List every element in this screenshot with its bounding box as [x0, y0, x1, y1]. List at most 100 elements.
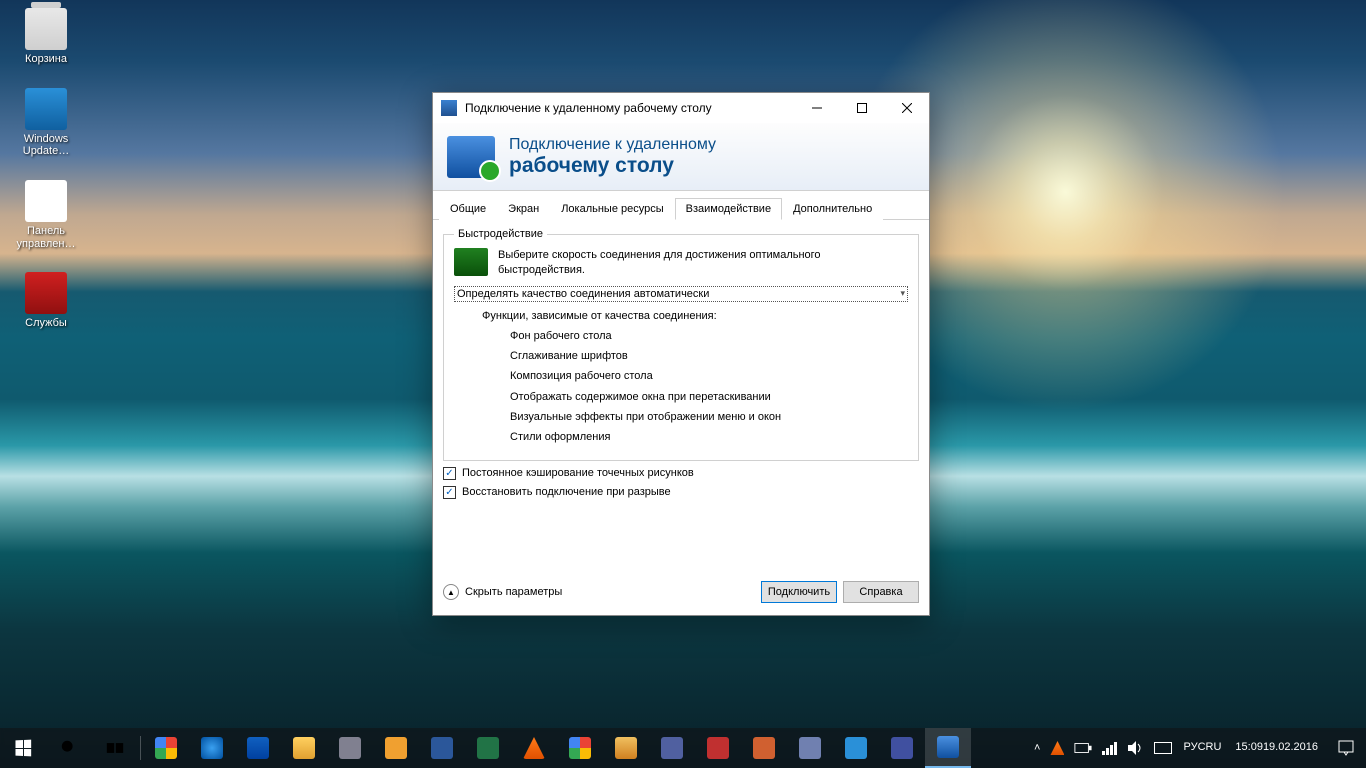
rdp-window: Подключение к удаленному рабочему столу …: [432, 92, 930, 616]
paint-icon: [615, 737, 637, 759]
tab-body-experience: Быстродействие Выберите скорость соедине…: [433, 220, 929, 507]
windows-logo-icon: [15, 740, 31, 757]
taskbar: ˄ РУС RU 15:09 19.02.2016: [0, 728, 1366, 768]
taskbar-app-a[interactable]: [649, 728, 695, 768]
connection-speed-select[interactable]: Определять качество соединения автоматич…: [454, 286, 908, 302]
shield-icon: [707, 737, 729, 759]
word-icon: [431, 737, 453, 759]
tab-advanced[interactable]: Дополнительно: [782, 198, 883, 220]
taskbar-app-explorer[interactable]: [281, 728, 327, 768]
taskbar-app-chrome-2[interactable]: [557, 728, 603, 768]
tray-language[interactable]: РУС RU: [1177, 728, 1227, 768]
search-icon: [60, 739, 78, 757]
performance-icon: [454, 248, 488, 276]
task-view-button[interactable]: [92, 728, 138, 768]
func-item: Сглаживание шрифтов: [510, 346, 908, 366]
tab-display[interactable]: Экран: [497, 198, 550, 220]
performance-hint: Выберите скорость соединения для достиже…: [498, 248, 908, 278]
tray-show-hidden[interactable]: ˄: [1029, 728, 1045, 768]
tab-bar: Общие Экран Локальные ресурсы Взаимодейс…: [433, 191, 929, 220]
taskbar-app-telegram[interactable]: [833, 728, 879, 768]
windows-update-icon: [25, 88, 67, 130]
folder-icon: [293, 737, 315, 759]
system-tray: ˄ РУС RU 15:09 19.02.2016: [1029, 728, 1366, 768]
connect-button[interactable]: Подключить: [761, 581, 837, 603]
taskbar-app-word[interactable]: [419, 728, 465, 768]
help-button[interactable]: Справка: [843, 581, 919, 603]
volume-icon: [1128, 741, 1144, 755]
taskbar-app-b[interactable]: [741, 728, 787, 768]
tray-clock[interactable]: 15:09 19.02.2016: [1227, 728, 1326, 768]
desktop-icon-recycle-bin[interactable]: Корзина: [10, 8, 82, 66]
task-view-icon: [106, 741, 124, 755]
lang-code-2: RU: [1206, 741, 1222, 755]
tray-vlc-icon[interactable]: [1045, 728, 1069, 768]
desktop-icon-windows-update[interactable]: Windows Update…: [10, 88, 82, 158]
rdp-banner-icon: [447, 136, 495, 178]
desktop-icon-column: Корзина Windows Update… Панель управлен……: [10, 8, 90, 352]
hide-options-button[interactable]: ▲ Скрыть параметры: [443, 584, 562, 600]
taskbar-app-ie[interactable]: [189, 728, 235, 768]
checkbox-reconnect-on-drop[interactable]: ✓ Восстановить подключение при разрыве: [443, 486, 919, 499]
vlc-icon: [523, 737, 545, 759]
performance-group: Быстродействие Выберите скорость соедине…: [443, 228, 919, 461]
battery-icon: [1074, 742, 1092, 754]
chevron-down-icon: ▾: [900, 288, 905, 299]
checkbox-icon: ✓: [443, 486, 456, 499]
taskbar-app-d[interactable]: [879, 728, 925, 768]
desktop-icon-control-panel[interactable]: Панель управлен…: [10, 180, 82, 250]
app-icon: [753, 737, 775, 759]
taskbar-app-paint[interactable]: [603, 728, 649, 768]
close-button[interactable]: [884, 94, 929, 122]
func-item: Фон рабочего стола: [510, 326, 908, 346]
taskbar-app-outlook[interactable]: [373, 728, 419, 768]
checkbox-icon: ✓: [443, 467, 456, 480]
checkbox-persistent-bitmap-caching[interactable]: ✓ Постоянное кэширование точечных рисунк…: [443, 467, 919, 480]
recycle-bin-icon: [25, 8, 67, 50]
tray-network-icon[interactable]: [1097, 728, 1123, 768]
desktop-icon-services[interactable]: Службы: [10, 272, 82, 330]
tray-volume-icon[interactable]: [1123, 728, 1149, 768]
app-icon: [661, 737, 683, 759]
start-button[interactable]: [0, 728, 46, 768]
tray-action-center[interactable]: [1326, 728, 1366, 768]
taskbar-app-chrome[interactable]: [143, 728, 189, 768]
checkbox-label: Постоянное кэширование точечных рисунков: [462, 467, 694, 479]
icon-label: Windows Update…: [10, 133, 82, 158]
scissors-icon: [339, 737, 361, 759]
ie-icon: [201, 737, 223, 759]
minimize-button[interactable]: [794, 94, 839, 122]
icon-label: Корзина: [25, 53, 67, 66]
taskbar-app-rdp[interactable]: [925, 728, 971, 768]
taskbar-app-shield[interactable]: [695, 728, 741, 768]
functions-list: Фон рабочего стола Сглаживание шрифтов К…: [510, 326, 908, 448]
taskbar-app-excel[interactable]: [465, 728, 511, 768]
outlook-icon: [385, 737, 407, 759]
tab-general[interactable]: Общие: [439, 198, 497, 220]
taskbar-app-edge[interactable]: [235, 728, 281, 768]
maximize-button[interactable]: [839, 94, 884, 122]
app-icon: [891, 737, 913, 759]
window-titlebar[interactable]: Подключение к удаленному рабочему столу: [433, 93, 929, 123]
lang-code-1: РУС: [1183, 741, 1205, 755]
tab-local-resources[interactable]: Локальные ресурсы: [550, 198, 674, 220]
taskbar-search-button[interactable]: [46, 728, 92, 768]
telegram-icon: [845, 737, 867, 759]
tray-battery-icon[interactable]: [1069, 728, 1097, 768]
func-item: Отображать содержимое окна при перетаски…: [510, 387, 908, 407]
excel-icon: [477, 737, 499, 759]
func-item: Стили оформления: [510, 427, 908, 447]
func-item: Визуальные эффекты при отображении меню …: [510, 407, 908, 427]
keyboard-icon: [1154, 742, 1172, 754]
network-icon: [1102, 741, 1118, 755]
taskbar-app-c[interactable]: [787, 728, 833, 768]
action-center-icon: [1338, 740, 1354, 756]
taskbar-separator: [140, 736, 141, 760]
taskbar-app-vlc[interactable]: [511, 728, 557, 768]
tray-keyboard-icon[interactable]: [1149, 728, 1177, 768]
tab-experience[interactable]: Взаимодействие: [675, 198, 782, 220]
chrome-icon: [155, 737, 177, 759]
taskbar-app-snip[interactable]: [327, 728, 373, 768]
chevron-up-icon: ˄: [1034, 742, 1040, 754]
hide-options-label: Скрыть параметры: [465, 586, 562, 598]
